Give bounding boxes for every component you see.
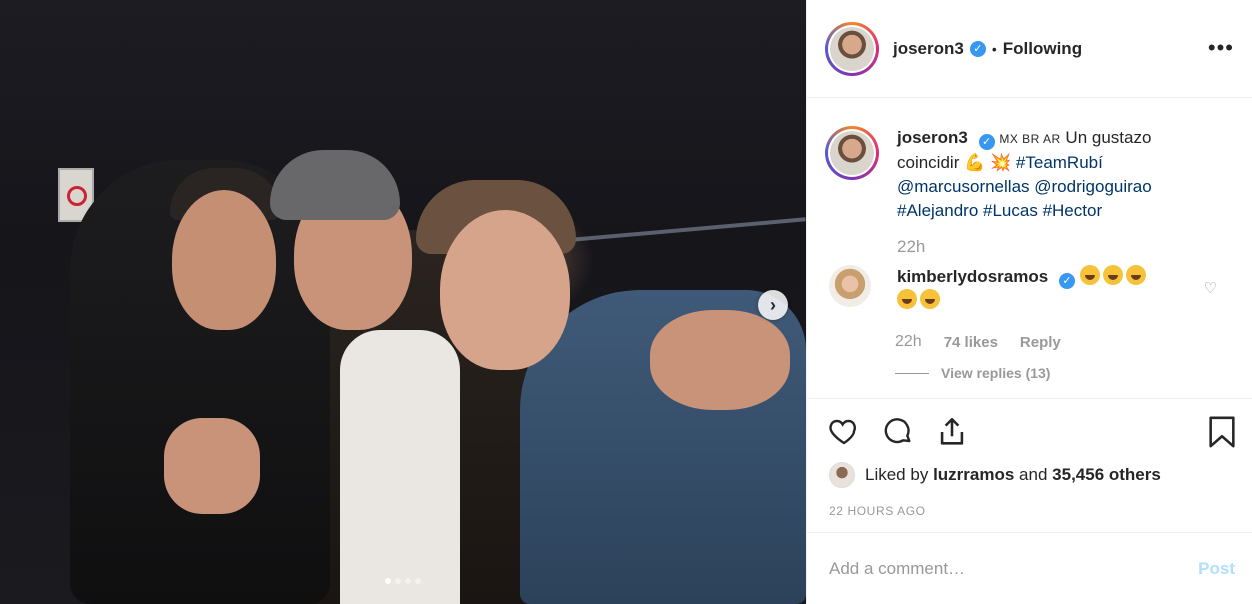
add-comment-bar: Post [807,532,1252,604]
liked-by-others-link[interactable]: 35,456 others [1052,465,1161,485]
caption: joseron3 ✓ MX BR AR Un gustazo coincidir… [825,126,1235,223]
comment-input[interactable] [829,558,1199,579]
carousel-dot [415,578,421,584]
verified-badge-icon: ✓ [1058,273,1075,289]
comment-meta: 22h 74 likes Reply [895,333,1235,351]
flexed-biceps-emoji: 💪 [964,153,986,172]
comment-avatar[interactable] [829,265,871,307]
liked-by: Liked by luzrramos and 35,456 others [829,462,1161,488]
liked-by-avatar[interactable] [829,462,855,488]
comment-likes[interactable]: 74 likes [944,334,998,351]
heart-icon[interactable] [827,415,861,447]
background-light [560,217,806,243]
person-center-shirt [340,330,460,604]
carousel-dot [395,578,401,584]
bookmark-icon[interactable] [1207,415,1237,449]
liked-by-prefix: Liked by [865,465,929,484]
laughing-emoji-icon [1079,265,1100,285]
chevron-right-icon: › [770,294,776,315]
hand [650,310,790,410]
hashtag-link[interactable]: #Lucas [983,201,1038,220]
verified-badge-icon: ✓ [978,134,995,150]
liked-by-user-link[interactable]: luzrramos [933,465,1014,485]
post-header: joseron3 ✓ • Following ••• [807,0,1252,98]
comment-icon[interactable] [881,415,915,447]
liked-by-and: and [1019,465,1048,484]
hashtag-link[interactable]: #TeamRubí [1016,153,1103,172]
carousel-dot [405,578,411,584]
comments-section[interactable]: joseron3 ✓ MX BR AR Un gustazo coincidir… [807,98,1252,398]
hashtag-link[interactable]: #Alejandro [897,201,978,220]
view-replies-link[interactable]: View replies (13) [895,365,1235,381]
divider [895,372,929,374]
person-center-cap [270,150,400,220]
laughing-emoji-icon [1125,265,1146,285]
view-replies-label: View replies (13) [941,365,1051,381]
avatar[interactable] [825,21,879,76]
action-bar [807,398,1252,468]
fist [164,418,260,514]
post-side-panel: joseron3 ✓ • Following ••• joseron3 ✓ MX… [806,0,1252,604]
header-username[interactable]: joseron3 [893,39,964,59]
person-left-face [172,190,276,330]
comment-item: kimberlydosramos ✓ ♡ [825,265,1235,313]
laughing-emoji-icon [920,289,940,309]
carousel-dot [385,578,391,584]
reply-button[interactable]: Reply [1020,334,1061,351]
collision-emoji: 💥 [990,153,1012,172]
caption-avatar[interactable] [825,126,879,180]
caption-username[interactable]: joseron3 [897,128,968,147]
hashtag-link[interactable]: #Hector [1043,201,1103,220]
mention-link[interactable]: @rodrigoguirao [1034,177,1151,196]
post-photo[interactable] [0,0,806,604]
comment-time[interactable]: 22h [895,333,922,351]
separator: • [991,40,997,57]
verified-badge-icon: ✓ [969,40,986,57]
following-button[interactable]: Following [1003,39,1082,59]
flag-emojis: MX BR AR [999,132,1061,146]
post-button[interactable]: Post [1198,559,1235,579]
comment-like-heart-icon[interactable]: ♡ [1204,279,1217,297]
more-dots-icon[interactable]: ••• [1208,37,1234,59]
share-icon[interactable] [935,415,969,449]
laughing-emoji-icon [897,289,917,309]
carousel-dots [0,578,806,584]
carousel-next-button[interactable]: › [758,290,788,320]
laughing-emoji-icon [1102,265,1123,285]
post-timestamp[interactable]: 22 HOURS AGO [829,504,926,518]
caption-time[interactable]: 22h [897,237,1235,257]
comment-username[interactable]: kimberlydosramos [897,267,1048,286]
caption-text: joseron3 ✓ MX BR AR Un gustazo coincidir… [897,126,1197,223]
person-right-face [440,210,570,370]
mention-link[interactable]: @marcusornellas [897,177,1030,196]
